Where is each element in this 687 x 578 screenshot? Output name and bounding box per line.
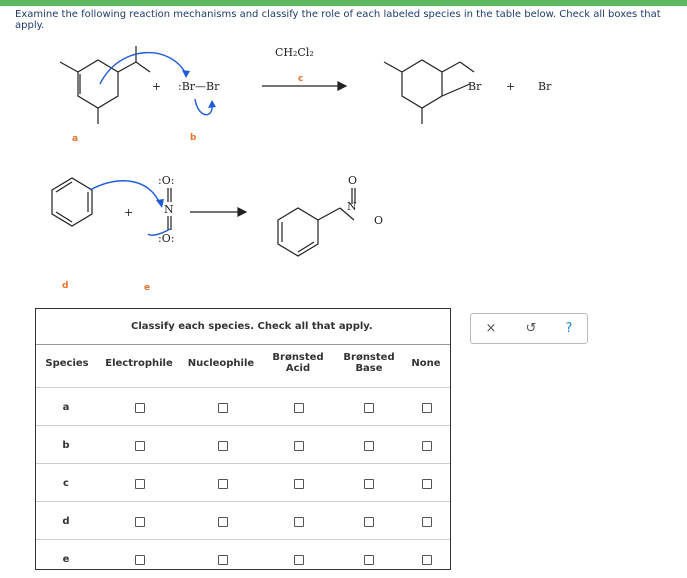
svg-text:+: +: [506, 80, 515, 93]
table-row-c: c: [36, 463, 450, 502]
checkbox-b-electrophile[interactable]: [135, 441, 145, 451]
checkbox-d-electrophile[interactable]: [135, 517, 145, 527]
svg-text::O:: :O:: [158, 174, 174, 187]
checkbox-b-bronsted-base[interactable]: [364, 441, 374, 451]
table-row-b: b: [36, 425, 450, 464]
svg-text:N: N: [347, 200, 357, 213]
col-bronsted-base: Brønsted Base: [343, 352, 395, 374]
checkbox-a-nucleophile[interactable]: [218, 403, 228, 413]
clear-button[interactable]: ×: [486, 321, 497, 336]
solvent-label: CH₂Cl₂: [275, 46, 314, 59]
classification-table: Classify each species. Check all that ap…: [35, 308, 451, 570]
species-d-ring: [51, 177, 93, 227]
help-button[interactable]: ?: [566, 321, 573, 336]
undo-button[interactable]: ↺: [526, 321, 537, 336]
svg-text:Br: Br: [468, 80, 482, 93]
table-row-e: e: [36, 539, 450, 578]
checkbox-b-nucleophile[interactable]: [218, 441, 228, 451]
checkbox-c-none[interactable]: [422, 479, 432, 489]
table-row-d: d: [36, 501, 450, 540]
svg-text:+: +: [124, 206, 133, 219]
table-instruction: Classify each species. Check all that ap…: [36, 309, 450, 345]
progress-bar: [0, 0, 687, 6]
label-b: b: [190, 133, 197, 143]
checkbox-c-nucleophile[interactable]: [218, 479, 228, 489]
bromine-reagent: :Br—Br: [178, 80, 220, 93]
checkbox-d-bronsted-acid[interactable]: [294, 517, 304, 527]
checkbox-b-none[interactable]: [422, 441, 432, 451]
reaction-scheme: CH₂Cl₂ + :Br—Br Br + Br + :O: N :O: N O …: [51, 46, 552, 293]
label-d: d: [62, 281, 68, 291]
checkbox-e-bronsted-acid[interactable]: [294, 555, 304, 565]
product-2-ring: [277, 207, 319, 257]
col-none: None: [411, 358, 441, 369]
checkbox-a-bronsted-base[interactable]: [364, 403, 374, 413]
label-c: c: [298, 74, 303, 84]
checkbox-d-nucleophile[interactable]: [218, 517, 228, 527]
col-species: Species: [45, 358, 89, 369]
col-electrophile: Electrophile: [105, 358, 173, 369]
svg-text:Br: Br: [538, 80, 552, 93]
checkbox-b-bronsted-acid[interactable]: [294, 441, 304, 451]
label-e: e: [144, 283, 150, 293]
svg-text::O:: :O:: [158, 232, 174, 245]
checkbox-e-nucleophile[interactable]: [218, 555, 228, 565]
col-nucleophile: Nucleophile: [187, 358, 255, 369]
svg-text:O: O: [374, 214, 383, 227]
svg-text:N: N: [164, 203, 174, 216]
table-row-a: a: [36, 387, 450, 426]
svg-text:+: +: [152, 80, 161, 93]
col-bronsted-acid: Brønsted Acid: [272, 352, 324, 374]
checkbox-d-none[interactable]: [422, 517, 432, 527]
checkbox-e-none[interactable]: [422, 555, 432, 565]
checkbox-a-electrophile[interactable]: [135, 403, 145, 413]
label-a: a: [72, 134, 78, 144]
checkbox-a-none[interactable]: [422, 403, 432, 413]
checkbox-a-bronsted-acid[interactable]: [294, 403, 304, 413]
answer-toolbox: × ↺ ?: [470, 313, 588, 344]
product-1-ring: [401, 59, 443, 109]
svg-text:O: O: [348, 174, 357, 187]
checkbox-d-bronsted-base[interactable]: [364, 517, 374, 527]
checkbox-c-electrophile[interactable]: [135, 479, 145, 489]
checkbox-c-bronsted-base[interactable]: [364, 479, 374, 489]
checkbox-e-electrophile[interactable]: [135, 555, 145, 565]
checkbox-e-bronsted-base[interactable]: [364, 555, 374, 565]
checkbox-c-bronsted-acid[interactable]: [294, 479, 304, 489]
